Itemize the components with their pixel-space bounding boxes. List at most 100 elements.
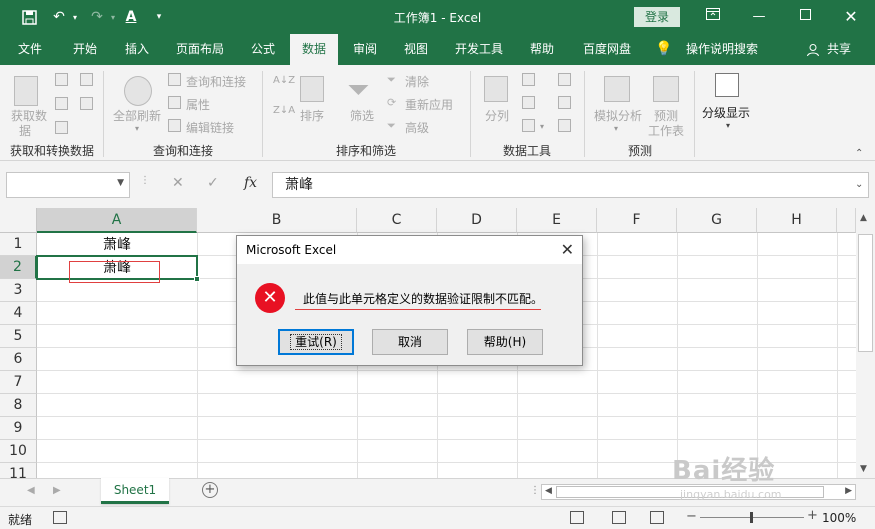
flash-fill-icon[interactable] [522, 73, 535, 86]
prev-sheet-icon[interactable]: ◀ [27, 485, 35, 496]
from-table-icon[interactable] [55, 121, 68, 134]
help-button[interactable]: 帮助(H) [467, 329, 543, 355]
name-box[interactable]: ▼ [6, 172, 130, 198]
vertical-scrollbar[interactable]: ▲ ▼ [856, 208, 875, 478]
row-header-9[interactable]: 9 [0, 417, 37, 440]
tell-me-search[interactable]: 操作说明搜索 [680, 34, 764, 65]
row-header-10[interactable]: 10 [0, 440, 37, 463]
tab-data[interactable]: 数据 [290, 34, 338, 65]
row-header-8[interactable]: 8 [0, 394, 37, 417]
macro-record-icon[interactable] [53, 511, 67, 524]
column-header-a[interactable]: A [37, 208, 197, 233]
zoom-out-icon[interactable]: − [686, 509, 697, 524]
login-button[interactable]: 登录 [634, 7, 680, 27]
scroll-down-icon[interactable]: ▼ [860, 464, 867, 474]
insert-function-icon[interactable]: fx [244, 175, 257, 191]
tab-insert[interactable]: 插入 [115, 34, 159, 65]
tab-home[interactable]: 开始 [63, 34, 107, 65]
properties-button[interactable]: 属性 [186, 96, 210, 113]
row-header-2[interactable]: 2 [0, 256, 37, 279]
formula-input[interactable]: 萧峰 [272, 172, 869, 198]
scroll-up-icon[interactable]: ▲ [860, 213, 867, 223]
column-header-g[interactable]: G [677, 208, 757, 233]
sort-button[interactable]: 排序 [300, 107, 324, 124]
page-break-view-icon[interactable] [650, 511, 664, 524]
scroll-left-icon[interactable]: ◀ [545, 486, 552, 496]
row-header-4[interactable]: 4 [0, 302, 37, 325]
column-header-h[interactable]: H [757, 208, 837, 233]
ribbon-display-options-icon[interactable] [702, 6, 724, 28]
what-if-dropdown-icon[interactable]: ▾ [614, 124, 618, 133]
tab-review[interactable]: 审阅 [343, 34, 387, 65]
cancel-button[interactable]: 取消 [372, 329, 448, 355]
zoom-slider-thumb[interactable] [750, 512, 753, 523]
confirm-entry-icon[interactable]: ✓ [207, 175, 219, 191]
minimize-icon[interactable]: — [748, 6, 770, 28]
sort-az-icon[interactable]: A↓Z [273, 75, 295, 86]
tab-file[interactable]: 文件 [8, 34, 52, 65]
select-all-corner[interactable] [0, 208, 37, 233]
tab-view[interactable]: 视图 [394, 34, 438, 65]
dialog-close-icon[interactable]: ✕ [561, 240, 574, 259]
column-header-next[interactable] [837, 208, 856, 233]
get-data-label-2[interactable]: 据 [19, 122, 31, 139]
edit-links-button[interactable]: 编辑链接 [186, 119, 234, 136]
advanced-button[interactable]: 高级 [405, 119, 429, 136]
tab-help[interactable]: 帮助 [520, 34, 564, 65]
row-header-5[interactable]: 5 [0, 325, 37, 348]
outline-dropdown-icon[interactable]: ▾ [726, 121, 730, 130]
row-header-3[interactable]: 3 [0, 279, 37, 302]
maximize-icon[interactable] [794, 6, 816, 28]
column-header-c[interactable]: C [357, 208, 437, 233]
scroll-thumb[interactable] [858, 234, 873, 352]
zoom-level[interactable]: 100% [822, 511, 856, 525]
tab-page-layout[interactable]: 页面布局 [168, 34, 232, 65]
sort-za-icon[interactable]: Z↓A [273, 105, 295, 116]
refresh-dropdown-icon[interactable]: ▾ [135, 124, 139, 133]
text-to-columns-button[interactable]: 分列 [485, 107, 509, 124]
from-text-icon[interactable] [55, 73, 68, 86]
filter-button[interactable]: 筛选 [350, 107, 374, 124]
data-validation-icon[interactable] [522, 119, 535, 132]
tab-formulas[interactable]: 公式 [241, 34, 285, 65]
column-header-b[interactable]: B [197, 208, 357, 233]
add-sheet-icon[interactable]: + [202, 482, 218, 498]
outline-button[interactable]: 分级显示 [702, 104, 750, 121]
normal-view-icon[interactable] [570, 511, 584, 524]
page-layout-view-icon[interactable] [612, 511, 626, 524]
data-validation-dropdown-icon[interactable]: ▾ [540, 122, 544, 131]
sheet-tab-sheet1[interactable]: Sheet1 [101, 478, 169, 504]
row-header-7[interactable]: 7 [0, 371, 37, 394]
manage-data-model-icon[interactable] [558, 119, 571, 132]
scroll-right-icon[interactable]: ▶ [845, 486, 852, 496]
share-button[interactable]: 共享 [823, 34, 855, 65]
queries-connections-button[interactable]: 查询和连接 [186, 73, 246, 90]
what-if-analysis-button[interactable]: 模拟分析 [594, 107, 642, 124]
tab-baidu-netdisk[interactable]: 百度网盘 [575, 34, 639, 65]
close-icon[interactable]: ✕ [840, 6, 862, 28]
recent-sources-icon[interactable] [80, 73, 93, 86]
from-web-icon[interactable] [55, 97, 68, 110]
zoom-in-icon[interactable]: + [807, 508, 818, 523]
existing-connections-icon[interactable] [80, 97, 93, 110]
refresh-all-button[interactable]: 全部刷新 [113, 107, 161, 124]
forecast-sheet-label-2[interactable]: 工作表 [648, 122, 684, 139]
relationships-icon[interactable] [558, 96, 571, 109]
expand-formula-bar-icon[interactable]: ⌄ [855, 179, 863, 190]
column-header-e[interactable]: E [517, 208, 597, 233]
retry-button[interactable]: 重试(R) [278, 329, 354, 355]
name-box-dropdown-icon[interactable]: ▼ [117, 178, 124, 188]
row-header-6[interactable]: 6 [0, 348, 37, 371]
remove-duplicates-icon[interactable] [522, 96, 535, 109]
row-header-11[interactable]: 11 [0, 463, 37, 478]
column-header-d[interactable]: D [437, 208, 517, 233]
row-header-1[interactable]: 1 [0, 233, 37, 256]
column-header-f[interactable]: F [597, 208, 677, 233]
clear-button[interactable]: 清除 [405, 73, 429, 90]
consolidate-icon[interactable] [558, 73, 571, 86]
tab-developer[interactable]: 开发工具 [447, 34, 511, 65]
collapse-ribbon-icon[interactable]: ⌃ [855, 148, 863, 159]
next-sheet-icon[interactable]: ▶ [53, 485, 61, 496]
cell-a1[interactable]: 萧峰 [37, 234, 197, 256]
reapply-button[interactable]: 重新应用 [405, 96, 453, 113]
